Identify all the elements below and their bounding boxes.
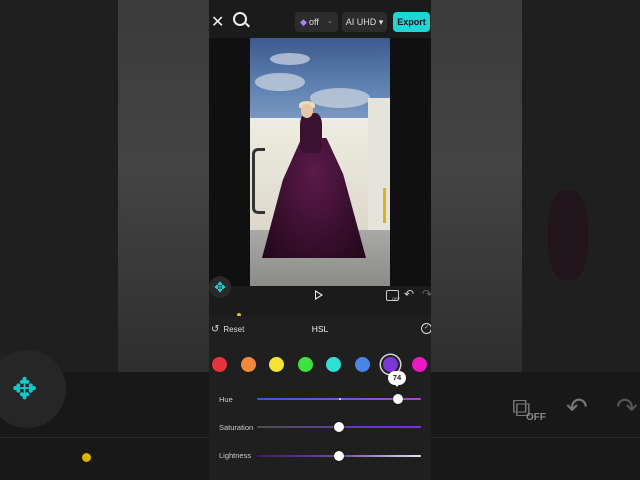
compare-off-badge: OFF xyxy=(392,296,400,301)
quality-toggle-button[interactable]: ◆ off ⌄ xyxy=(295,12,338,32)
background-dress-shape-right xyxy=(548,190,588,280)
photo-post xyxy=(383,188,386,223)
export-button[interactable]: Export xyxy=(393,12,430,32)
swatch-orange[interactable] xyxy=(241,357,256,372)
video-preview[interactable] xyxy=(209,38,431,286)
search-icon[interactable] xyxy=(233,12,247,26)
photo-bodice xyxy=(300,113,322,153)
compare-off-badge: OFF xyxy=(526,412,546,423)
anchor-icon: ✥ xyxy=(12,373,38,406)
photo-wall-right xyxy=(368,98,390,233)
saturation-label: Saturation xyxy=(219,423,254,432)
panel-title: HSL xyxy=(311,324,329,334)
undo-icon[interactable]: ↶ xyxy=(404,287,414,301)
hue-label: Hue xyxy=(219,395,233,404)
redo-icon[interactable]: ↷ xyxy=(422,287,431,301)
swatch-yellow[interactable] xyxy=(269,357,284,372)
swatch-red[interactable] xyxy=(212,357,227,372)
play-icon[interactable] xyxy=(315,290,323,300)
swatch-blue[interactable] xyxy=(355,357,370,372)
photo-cloud xyxy=(270,53,310,65)
confirm-check-icon[interactable]: ✓ xyxy=(421,323,431,334)
photo-cloud xyxy=(255,73,305,91)
swatch-magenta[interactable] xyxy=(412,357,427,372)
compare-off-icon: ⧉ OFF xyxy=(512,392,546,423)
compare-off-button[interactable]: OFF xyxy=(386,290,400,301)
hue-slider-center xyxy=(339,398,341,400)
playback-controls: ✥ OFF ↶ ↷ xyxy=(209,276,431,310)
undo-icon: ↶ xyxy=(566,392,588,422)
ai-uhd-button[interactable]: AI UHD ▾ xyxy=(342,12,387,32)
hue-slider-thumb[interactable] xyxy=(393,394,403,404)
swatch-purple[interactable] xyxy=(383,357,398,372)
preview-photo xyxy=(250,38,390,286)
photo-cloud xyxy=(310,88,370,108)
swatch-cyan[interactable] xyxy=(326,357,341,372)
hsl-panel: ↺ Reset HSL ✓ 74 Hue Saturation Lightness xyxy=(209,316,431,480)
editor-screen: ✕ ◆ off ⌄ AI UHD ▾ Export ✥ OFF ↶ ↷ ↺ Re… xyxy=(209,0,431,480)
quality-toggle-label: off xyxy=(309,17,319,27)
photo-head xyxy=(301,104,313,118)
saturation-slider-thumb[interactable] xyxy=(334,422,344,432)
background-marker-dot xyxy=(82,453,91,462)
top-bar: ✕ ◆ off ⌄ AI UHD ▾ Export xyxy=(209,0,431,40)
hue-value-tooltip: 74 xyxy=(388,371,406,387)
diamond-icon: ◆ xyxy=(300,17,307,27)
swatch-green[interactable] xyxy=(298,357,313,372)
close-icon[interactable]: ✕ xyxy=(211,12,224,32)
keyframe-anchor-button[interactable]: ✥ xyxy=(209,276,231,298)
lightness-slider-thumb[interactable] xyxy=(334,451,344,461)
lightness-label: Lightness xyxy=(219,451,252,460)
photo-pole xyxy=(252,148,265,214)
redo-icon: ↷ xyxy=(616,392,638,422)
chevron-down-icon: ⌄ xyxy=(327,18,333,25)
